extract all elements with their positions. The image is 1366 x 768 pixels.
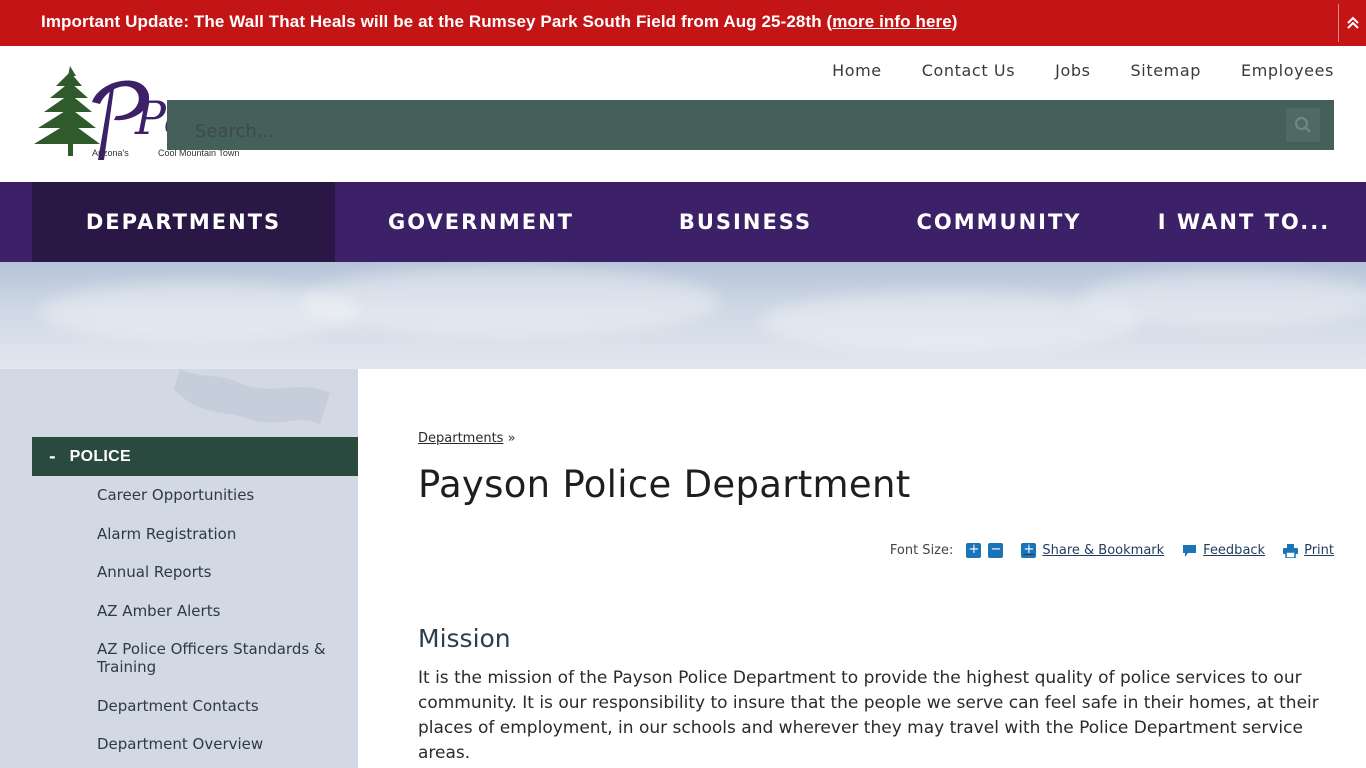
alert-suffix: )	[951, 12, 958, 31]
alert-message-text: Important Update: The Wall That Heals wi…	[41, 12, 833, 31]
font-size-label: Font Size:	[889, 543, 954, 558]
nav-community[interactable]: COMMUNITY	[864, 182, 1134, 262]
print-label: Print	[1304, 543, 1334, 558]
top-link-sitemap[interactable]: Sitemap	[1131, 61, 1201, 80]
sidebar-section-title: POLICE	[69, 447, 132, 465]
nav-i-want-to[interactable]: I WANT TO...	[1134, 182, 1354, 262]
collapse-toggle[interactable]: -	[49, 447, 56, 466]
feedback-label: Feedback	[1203, 543, 1266, 558]
font-size-increase-button[interactable]: +	[966, 543, 982, 558]
alert-collapse-button[interactable]	[1338, 4, 1366, 42]
sidebar-item-department-contacts[interactable]: Department Contacts	[97, 697, 342, 715]
sidebar-section-police[interactable]: - POLICE	[32, 437, 358, 476]
logo-tagline-1: Arizona's	[92, 148, 129, 158]
breadcrumb-separator: »	[507, 431, 516, 446]
hero-banner	[0, 262, 1366, 369]
sidebar-item-alarm-registration[interactable]: Alarm Registration	[97, 525, 342, 543]
sidebar-item-career-opportunities[interactable]: Career Opportunities	[97, 486, 342, 504]
top-link-home[interactable]: Home	[832, 61, 882, 80]
mission-heading: Mission	[418, 624, 511, 653]
search-bar	[167, 100, 1334, 150]
alert-message: Important Update: The Wall That Heals wi…	[41, 12, 958, 32]
sidebar-item-az-amber-alerts[interactable]: AZ Amber Alerts	[97, 602, 342, 620]
share-bookmark-label: Share & Bookmark	[1042, 543, 1165, 558]
plus-square-icon: +	[1021, 543, 1037, 558]
alert-more-info-link[interactable]: more info here	[832, 12, 951, 31]
breadcrumb: Departments »	[418, 431, 516, 446]
top-link-jobs[interactable]: Jobs	[1055, 61, 1090, 80]
sidebar-item-department-overview[interactable]: Department Overview	[97, 735, 342, 753]
sidebar-item-az-post[interactable]: AZ Police Officers Standards & Training	[97, 640, 342, 676]
sidebar-item-annual-reports[interactable]: Annual Reports	[97, 563, 342, 581]
page-tools: Font Size: + − + Share & Bookmark Feedba…	[890, 543, 1334, 558]
mission-body: It is the mission of the Payson Police D…	[418, 668, 1319, 763]
speech-bubble-icon	[1183, 544, 1197, 557]
printer-icon	[1283, 543, 1299, 558]
top-link-employees[interactable]: Employees	[1241, 61, 1334, 80]
sidebar-map-decoration-icon	[174, 369, 330, 425]
nav-departments[interactable]: DEPARTMENTS	[32, 182, 335, 262]
sidebar: - POLICE Career Opportunities Alarm Regi…	[0, 369, 358, 768]
feedback-link[interactable]: Feedback	[1182, 543, 1265, 558]
nav-government[interactable]: GOVERNMENT	[335, 182, 627, 262]
nav-business[interactable]: BUSINESS	[627, 182, 864, 262]
search-input[interactable]	[195, 121, 1095, 142]
main-nav: DEPARTMENTS GOVERNMENT BUSINESS COMMUNIT…	[0, 182, 1366, 262]
font-size-decrease-button[interactable]: −	[988, 543, 1004, 558]
double-chevron-up-icon	[1346, 16, 1359, 29]
utility-nav: Home Contact Us Jobs Sitemap Employees	[832, 61, 1334, 80]
top-link-contact-us[interactable]: Contact Us	[922, 61, 1015, 80]
page-title: Payson Police Department	[418, 463, 911, 506]
search-button[interactable]	[1286, 108, 1320, 142]
print-link[interactable]: Print	[1283, 543, 1334, 558]
search-icon	[1295, 117, 1311, 133]
share-bookmark-link[interactable]: + Share & Bookmark	[1021, 543, 1164, 558]
breadcrumb-departments-link[interactable]: Departments	[418, 431, 503, 446]
alert-bar: Important Update: The Wall That Heals wi…	[0, 0, 1366, 46]
